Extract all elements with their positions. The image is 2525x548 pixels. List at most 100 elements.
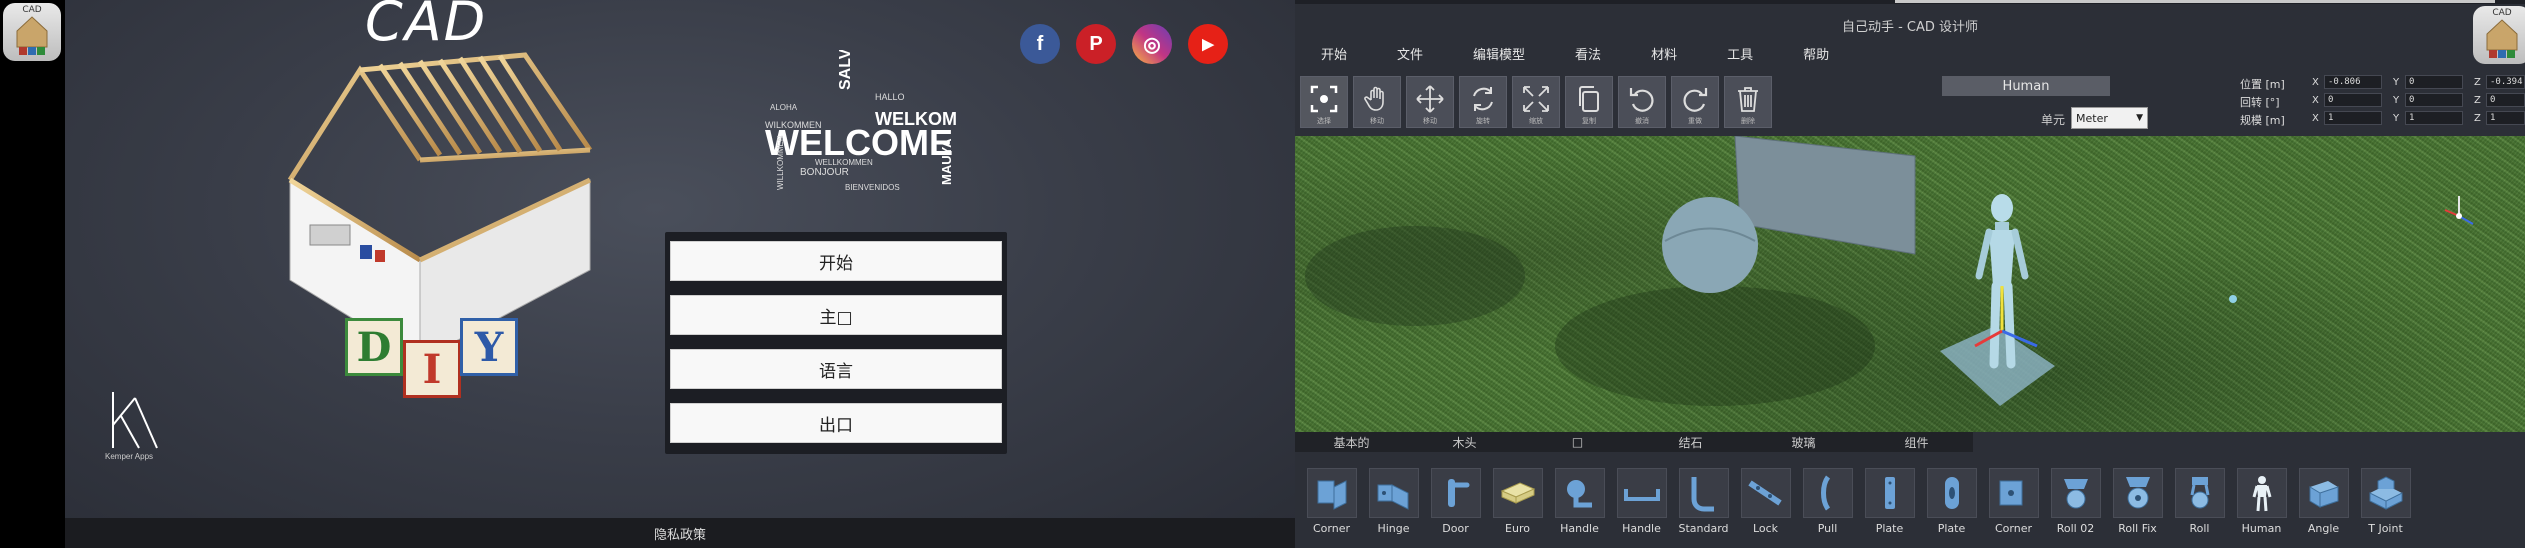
youtube-icon[interactable]: ▶ — [1188, 24, 1228, 64]
start-screen: CAD CAD D I Y WELCOME SALVE WELKOM WILKO… — [0, 0, 1295, 548]
house-thumbnail-icon — [16, 16, 48, 55]
position-y-field[interactable]: 0 — [2405, 75, 2463, 89]
pinterest-icon[interactable]: P — [1076, 24, 1116, 64]
scene — [1305, 136, 2474, 406]
menu-file[interactable]: 文件 — [1363, 44, 1439, 66]
tab-stone[interactable]: 结石 — [1634, 432, 1747, 452]
instagram-icon[interactable]: ◎ — [1132, 24, 1172, 64]
menu-tools[interactable]: 工具 — [1693, 44, 1769, 66]
corner-icon — [1317, 480, 1346, 510]
part-item[interactable]: Plate — [1925, 468, 1978, 535]
tab-unknown[interactable]: □ — [1521, 432, 1634, 452]
tab-basic[interactable]: 基本的 — [1295, 432, 1408, 452]
undo-button[interactable]: 撤消 — [1618, 76, 1666, 128]
unit-dropdown[interactable]: Meter ▼ — [2071, 107, 2148, 129]
scale-y-field[interactable]: 1 — [2405, 111, 2463, 125]
scale-label: 规模 [m] — [2240, 114, 2285, 127]
pan-button[interactable]: 移动 — [1353, 76, 1401, 128]
rotation-z-field[interactable]: 0 — [2486, 93, 2525, 107]
redo-icon — [1683, 88, 1708, 112]
angle-icon — [2309, 481, 2338, 508]
part-item[interactable]: Standard — [1677, 468, 1730, 535]
part-item[interactable]: Handle — [1615, 468, 1668, 535]
block-i: I — [403, 340, 461, 398]
scale-button[interactable]: 缩放 — [1512, 76, 1560, 128]
kemper-apps-logo: Kemper Apps — [105, 390, 165, 465]
unit-label: 单元 — [2041, 113, 2066, 127]
move-button[interactable]: 移动 — [1406, 76, 1454, 128]
position-label: 位置 [m] — [2240, 78, 2285, 91]
part-item[interactable]: Corner — [1305, 468, 1358, 535]
select-icon — [1310, 85, 1338, 113]
pull-icon — [1820, 475, 1830, 511]
app-title: CAD — [365, 0, 488, 53]
part-item[interactable]: Roll — [2173, 468, 2226, 535]
menu-start[interactable]: 开始 — [1295, 44, 1363, 66]
tab-glass[interactable]: 玻璃 — [1747, 432, 1860, 452]
app-icon[interactable]: CAD — [2473, 6, 2525, 64]
rotation-y-field[interactable]: 0 — [2405, 93, 2463, 107]
chevron-down-icon: ▼ — [2136, 113, 2143, 123]
hand-icon — [1364, 86, 1384, 111]
delete-button[interactable]: 删除 — [1724, 76, 1772, 128]
diy-blocks: D I Y — [345, 310, 585, 410]
part-item[interactable]: T Joint — [2359, 468, 2412, 535]
scale-x-field[interactable]: 1 — [2324, 111, 2382, 125]
menu-edit-model[interactable]: 编辑模型 — [1439, 44, 1541, 66]
start-button[interactable]: 开始 — [670, 241, 1002, 281]
rotation-x-field[interactable]: 0 — [2324, 93, 2382, 107]
menu-material[interactable]: 材料 — [1617, 44, 1693, 66]
part-item[interactable]: Door — [1429, 468, 1482, 535]
scale-z-field[interactable]: 1 — [2486, 111, 2525, 125]
position-z-field[interactable]: -0.394 — [2486, 75, 2525, 89]
human-icon — [2252, 476, 2271, 512]
app-icon[interactable]: CAD — [3, 3, 61, 61]
wordcloud-word: BIENVENIDOS — [845, 183, 900, 192]
plate-icon — [1884, 477, 1895, 509]
transform-panel: 位置 [m] X -0.806 Y 0 Z -0.394 回转 [°] X 0 … — [2240, 74, 2525, 128]
hinge-icon — [1377, 484, 1408, 510]
select-button[interactable]: 选择 — [1300, 76, 1348, 128]
part-item[interactable]: Pull — [1801, 468, 1854, 535]
tab-components[interactable]: 组件 — [1860, 432, 1973, 452]
window-title: 自己动手 - CAD 设计师 — [1841, 20, 1979, 35]
part-item[interactable]: Hinge — [1367, 468, 1420, 535]
part-item[interactable]: Roll Fix — [2111, 468, 2164, 535]
wordcloud-word: WILLKOMMEN — [776, 135, 785, 190]
main-menu: 开始 主□ 语言 出口 — [665, 232, 1007, 454]
part-item[interactable]: Corner — [1987, 468, 2040, 535]
position-x-field[interactable]: -0.806 — [2324, 75, 2382, 89]
wordcloud-word: MAUYA — [939, 138, 954, 185]
wall-object[interactable] — [1734, 136, 1916, 255]
rotate-button[interactable]: 旋转 — [1459, 76, 1507, 128]
position-row: 位置 [m] X -0.806 Y 0 Z -0.394 — [2240, 74, 2525, 92]
part-item[interactable]: Euro — [1491, 468, 1544, 535]
part-item[interactable]: Angle — [2297, 468, 2350, 535]
redo-button[interactable]: 重做 — [1671, 76, 1719, 128]
copy-button[interactable]: 复制 — [1565, 76, 1613, 128]
round-plate-icon — [1944, 477, 1959, 509]
part-item[interactable]: Handle — [1553, 468, 1606, 535]
corner-bracket-icon — [1999, 480, 2022, 506]
3d-viewport[interactable] — [1295, 136, 2525, 432]
welcome-wordcloud: WELCOME SALVE WELKOM WILKOMMEN ALOHA BON… — [765, 50, 957, 192]
axis-gizmo-icon[interactable] — [2444, 196, 2474, 225]
part-item[interactable]: Human — [2235, 468, 2288, 535]
menu-help[interactable]: 帮助 — [1769, 44, 1845, 66]
main-button[interactable]: 主□ — [670, 295, 1002, 335]
sphere-object[interactable] — [1662, 197, 1758, 293]
trash-icon — [1738, 87, 1758, 112]
rotate-icon — [1473, 87, 1493, 111]
menu-view[interactable]: 看法 — [1541, 44, 1617, 66]
exit-button[interactable]: 出口 — [670, 403, 1002, 443]
roll-icon — [2063, 479, 2088, 509]
privacy-policy-link[interactable]: 隐私政策 — [65, 518, 1295, 548]
part-item[interactable]: Roll 02 — [2049, 468, 2102, 535]
caster-icon — [2190, 477, 2209, 509]
part-item[interactable]: Plate — [1863, 468, 1916, 535]
start-main-area: CAD D I Y WELCOME SALVE WELKOM WILKOMMEN… — [65, 0, 1295, 548]
language-button[interactable]: 语言 — [670, 349, 1002, 389]
facebook-icon[interactable]: f — [1020, 24, 1060, 64]
tab-wood[interactable]: 木头 — [1408, 432, 1521, 452]
part-item[interactable]: Lock — [1739, 468, 1792, 535]
